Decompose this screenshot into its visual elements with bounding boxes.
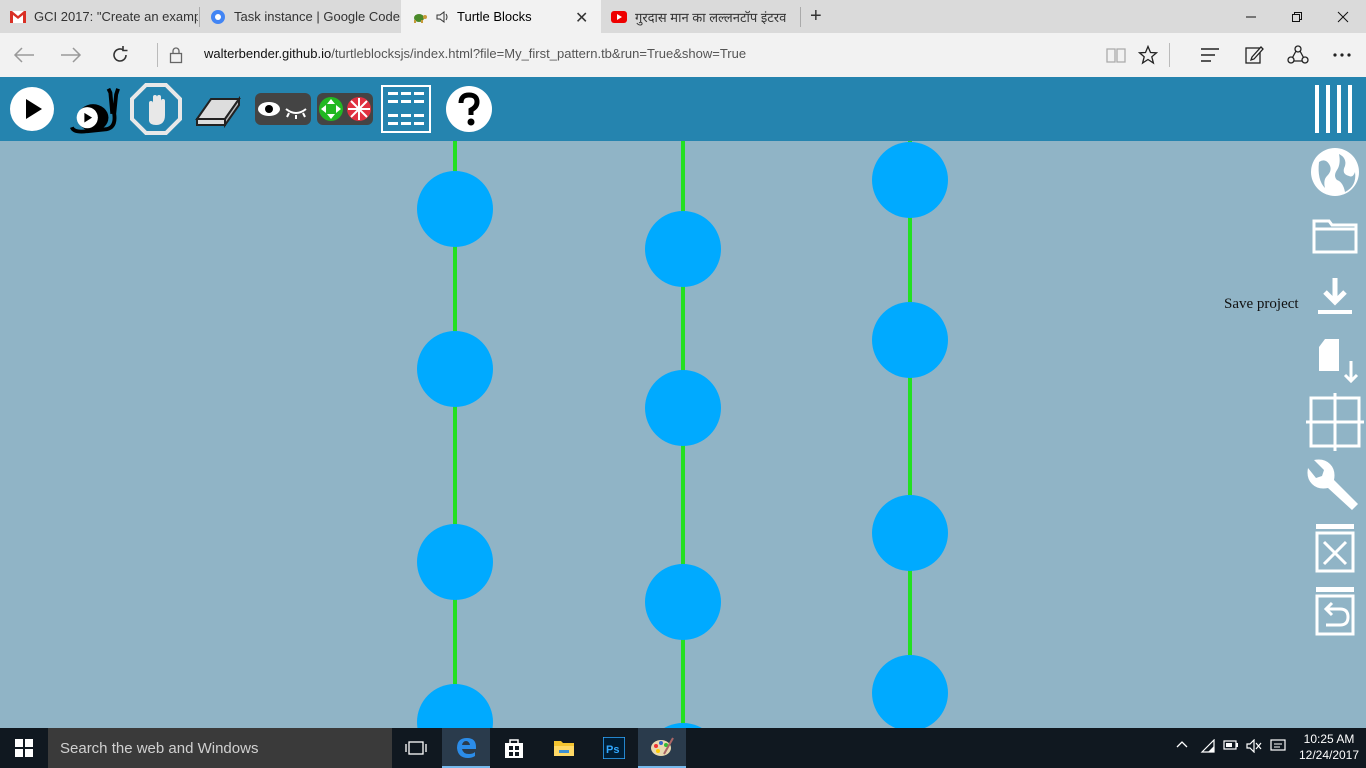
palette-grid-icon[interactable] [380,83,432,135]
menu-icon[interactable] [1308,83,1360,135]
drawing-svg [417,141,948,728]
clock-time: 10:25 AM [1303,732,1355,746]
dot [645,211,721,287]
tab-turtle-blocks[interactable]: Turtle Blocks [401,0,601,33]
tab-label: गुरदास मान का लल्लनटॉप इंटरव [635,9,787,25]
tab-separator [800,7,801,27]
dot [645,370,721,446]
battery-icon[interactable] [1223,739,1239,754]
dot [417,684,493,728]
help-icon[interactable] [443,83,495,135]
grid-icon[interactable] [1304,392,1366,452]
turtle-canvas[interactable] [0,141,1366,728]
url-path: /turtleblocksjs/index.html?file=My_first… [331,46,747,61]
more-icon[interactable] [1326,39,1358,71]
dot [872,655,948,728]
hub-icon[interactable] [1194,39,1226,71]
turtle-toolbar [0,77,1366,141]
turtle-2-path [645,141,721,728]
wifi-icon[interactable] [1200,738,1216,756]
url-host: walterbender.github.io [204,46,332,61]
forward-icon[interactable] [55,39,87,71]
save-file-icon[interactable] [1304,330,1366,390]
restore-icon[interactable] [1274,0,1320,33]
windows-start-icon[interactable] [0,728,48,768]
volume-muted-icon[interactable] [1246,738,1262,756]
gear-icon [210,9,226,25]
planet-icon[interactable] [1304,142,1366,202]
back-icon[interactable] [8,39,40,71]
windows-taskbar: Search the web and Windows Ps 10:25 AM 1… [0,728,1366,768]
refresh-icon[interactable] [104,39,136,71]
tab-label: Task instance | Google Code [234,9,400,24]
favorite-star-icon[interactable] [1132,39,1164,71]
new-tab-button[interactable]: + [810,5,822,28]
taskbar-search-input[interactable]: Search the web and Windows [48,728,392,768]
share-icon[interactable] [1282,39,1314,71]
slow-run-icon[interactable] [68,83,120,135]
save-project-tooltip: Save project [1224,296,1299,312]
turtle-icon [411,9,427,25]
paint-app-icon[interactable] [638,728,686,768]
restore-trash-icon[interactable] [1304,580,1366,640]
web-note-icon[interactable] [1238,39,1270,71]
close-window-icon[interactable] [1320,0,1366,33]
wrench-icon[interactable] [1304,453,1366,513]
edge-browser-icon[interactable] [442,728,490,768]
input-indicator-icon[interactable] [1270,739,1286,756]
dot [872,302,948,378]
file-explorer-icon[interactable] [540,728,588,768]
browser-navigation-bar: walterbender.github.io/turtleblocksjs/in… [0,33,1366,77]
clock-date: 12/24/2017 [1298,748,1360,762]
gmail-icon [10,9,26,25]
clear-icon[interactable] [192,83,244,135]
speaker-icon[interactable] [435,9,451,25]
youtube-icon [611,9,627,25]
open-folder-icon[interactable] [1304,205,1366,265]
tab-label: Turtle Blocks [457,9,532,24]
photoshop-icon[interactable]: Ps [590,728,638,768]
collapse-expand-icon[interactable] [316,83,374,135]
store-icon[interactable] [490,728,538,768]
address-bar[interactable]: walterbender.github.io/turtleblocksjs/in… [204,46,746,61]
tab-task-instance[interactable]: Task instance | Google Code [200,0,400,33]
stop-icon[interactable] [130,83,182,135]
svg-text:Ps: Ps [606,744,619,756]
turtle-3-path [872,141,948,728]
tab-gci[interactable]: GCI 2017: "Create an exampl [0,0,198,33]
task-view-icon[interactable] [392,728,440,768]
divider [157,43,158,67]
close-tab-icon[interactable]: ✕ [575,8,588,28]
dot [872,142,948,218]
show-hide-blocks-icon[interactable] [254,83,312,135]
dot [872,495,948,571]
browser-tab-strip: GCI 2017: "Create an exampl Task instanc… [0,0,1366,33]
dot [645,564,721,640]
show-hidden-icons-icon[interactable] [1176,739,1188,754]
dot [417,331,493,407]
turtle-1-path [417,141,493,728]
save-project-icon[interactable] [1304,266,1366,326]
minimize-icon[interactable] [1228,0,1274,33]
system-clock[interactable]: 10:25 AM 12/24/2017 [1296,731,1362,763]
tab-youtube[interactable]: गुरदास मान का लल्लनटॉप इंटरव [601,0,799,33]
delete-icon[interactable] [1304,518,1366,578]
tab-label: GCI 2017: "Create an exampl [34,9,198,24]
dot [417,171,493,247]
lock-icon[interactable] [160,39,192,71]
divider [1169,43,1170,67]
dot [417,524,493,600]
run-icon[interactable] [6,83,58,135]
reading-view-icon[interactable] [1100,39,1132,71]
